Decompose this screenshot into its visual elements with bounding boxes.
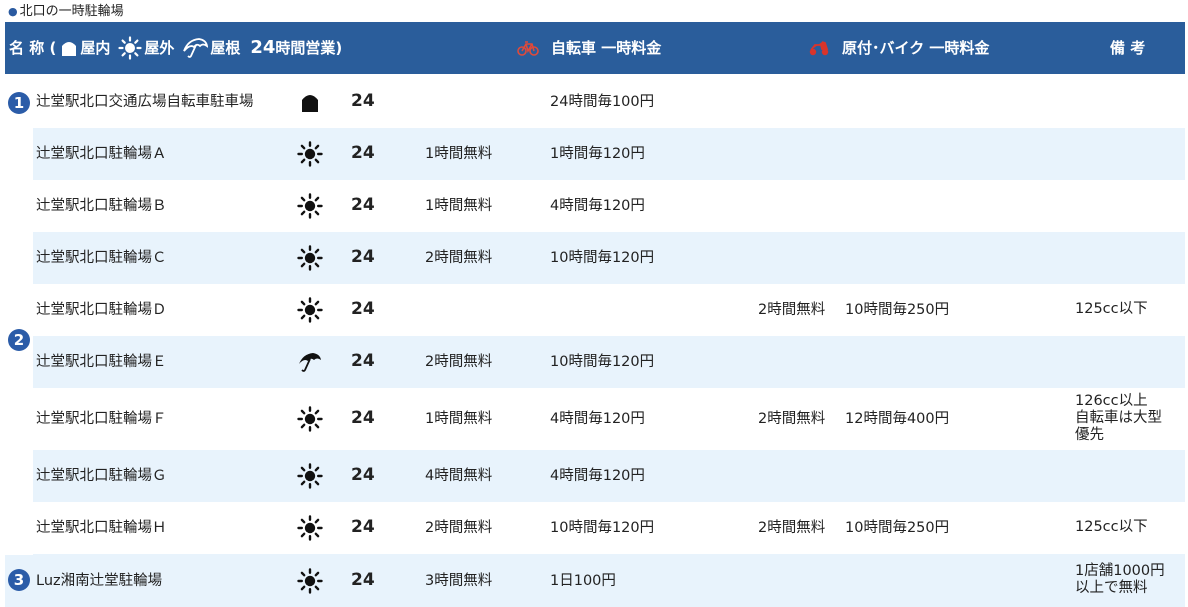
note-text: 125cc以下 — [1075, 518, 1148, 535]
table-row: 辻堂駅北口駐輪場Ｃ 24 2時間無料 10時間毎120円 — [33, 232, 1185, 284]
bicycle-fee: 24時間毎100円 — [550, 94, 655, 110]
bicycle-free-time: 2時間無料 — [425, 354, 493, 370]
bicycle-free-time: 1時間無料 — [425, 146, 493, 162]
hours-badge: 24 — [351, 299, 375, 319]
header-bicycle: 自転車 一時料金 — [517, 22, 661, 74]
sun-icon — [297, 515, 323, 541]
hours-badge: 24 — [351, 351, 375, 371]
facility-name: 辻堂駅北口駐輪場Ｇ — [36, 468, 167, 484]
moto-free-time: 2時間無料 — [758, 302, 826, 318]
bicycle-free-time: 4時間無料 — [425, 468, 493, 484]
bicycle-fee: 10時間毎120円 — [550, 250, 655, 266]
header-note: 備 考 — [1110, 39, 1146, 57]
hours-badge: 24 — [351, 517, 375, 537]
group-badge-3: 3 — [8, 569, 30, 591]
moto-fee: 10時間毎250円 — [845, 302, 950, 318]
legend-indoor: 屋内 — [60, 22, 110, 74]
hours-label: 時間営業) — [275, 39, 343, 57]
facility-name: 辻堂駅北口駐輪場Ｅ — [36, 354, 167, 370]
bicycle-free-time: 1時間無料 — [425, 411, 493, 427]
hours-badge: 24 — [351, 465, 375, 485]
table-row: 辻堂駅北口交通広場自転車駐車場 24 24時間毎100円 — [33, 76, 1185, 128]
table-row: 辻堂駅北口駐輪場Ｅ 24 2時間無料 10時間毎120円 — [33, 336, 1185, 388]
facility-name: 辻堂駅北口交通広場自転車駐車場 — [36, 94, 254, 110]
bicycle-fee: 10時間毎120円 — [550, 520, 655, 536]
bicycle-fee: 4時間毎120円 — [550, 468, 645, 484]
facility-name: 辻堂駅北口駐輪場Ｄ — [36, 302, 167, 318]
bicycle-icon — [517, 41, 539, 56]
table-row: 辻堂駅北口駐輪場Ｆ 24 1時間無料 4時間毎120円 2時間無料 12時間毎400円 12… — [33, 388, 1185, 450]
table-row: 辻堂駅北口駐輪場Ｄ 24 2時間無料 10時間毎250円 125cc以下 — [33, 284, 1185, 336]
group-badge-2: 2 — [8, 329, 30, 351]
sun-icon — [297, 141, 323, 167]
hours-badge: 24 — [351, 195, 375, 215]
table-row: 辻堂駅北口駐輪場Ｂ 24 1時間無料 4時間毎120円 — [33, 180, 1185, 232]
legend-outdoor: 屋外 — [118, 22, 174, 74]
note-text: 126cc以上 自転車は大型 優先 — [1075, 392, 1162, 443]
hours-badge: 24 — [351, 143, 375, 163]
table-header: 名 称 ( 屋内 屋外 屋根 24 時間営業) 自転車 一時料金 原付･バイク … — [5, 22, 1185, 74]
group-badge-1: 1 — [8, 92, 30, 114]
hours-badge: 24 — [351, 569, 375, 590]
facility-name: 辻堂駅北口駐輪場Ｂ — [36, 198, 167, 214]
moto-free-time: 2時間無料 — [758, 520, 826, 536]
sun-icon — [297, 297, 323, 323]
umbrella-icon — [297, 349, 323, 375]
bicycle-free-time: 2時間無料 — [425, 250, 493, 266]
sun-icon — [297, 567, 323, 594]
legend-label: 屋内 — [80, 39, 111, 57]
scooter-icon — [809, 41, 829, 56]
bullet-icon: ● — [8, 5, 18, 18]
sun-icon — [118, 36, 142, 60]
legend-label: 屋根 — [210, 39, 241, 57]
facility-name: Luz湘南辻堂駐輪場 — [36, 572, 163, 589]
umbrella-icon — [183, 38, 209, 58]
facility-name: 辻堂駅北口駐輪場Ｆ — [36, 411, 167, 427]
hours-badge: 24 — [351, 91, 375, 111]
hours-badge: 24 — [351, 408, 375, 428]
header-name-label: 名 称 ( — [9, 39, 57, 57]
note-text: 1店舗1000円 以上で無料 — [1075, 562, 1165, 596]
hours-badge: 24 — [351, 247, 375, 267]
header-legend: 名 称 ( 屋内 屋外 屋根 24 時間営業) — [9, 22, 342, 74]
bicycle-free-time: 2時間無料 — [425, 520, 493, 536]
hours-number: 24 — [250, 37, 276, 58]
indoor-icon — [297, 89, 323, 115]
facility-name: 辻堂駅北口駐輪場Ｃ — [36, 250, 167, 266]
moto-free-time: 2時間無料 — [758, 411, 826, 427]
sun-icon — [297, 463, 323, 489]
bicycle-fee: 1日100円 — [550, 572, 616, 589]
bicycle-free-time: 3時間無料 — [425, 572, 493, 589]
sun-icon — [297, 193, 323, 219]
header-moto: 原付･バイク 一時料金 — [808, 22, 989, 74]
facility-name: 辻堂駅北口駐輪場Ａ — [36, 146, 167, 162]
note-text: 125cc以下 — [1075, 300, 1148, 317]
table-row: 辻堂駅北口駐輪場Ｇ 24 4時間無料 4時間毎120円 — [33, 450, 1185, 502]
table-row: 辻堂駅北口駐輪場Ａ 24 1時間無料 1時間毎120円 — [33, 128, 1185, 180]
header-moto-label: 原付･バイク 一時料金 — [842, 39, 990, 57]
indoor-icon — [62, 42, 77, 56]
sun-icon — [297, 245, 323, 271]
table-row: Luz湘南辻堂駐輪場 24 3時間無料 1日100円 1店舗1000円 以上で無料 — [33, 554, 1185, 607]
bicycle-fee: 4時間毎120円 — [550, 198, 645, 214]
bicycle-fee: 10時間毎120円 — [550, 354, 655, 370]
legend-roof: 屋根 — [182, 22, 240, 74]
sun-icon — [297, 406, 323, 432]
section-caption: ● 北口の一時駐輪場 — [8, 3, 124, 21]
bicycle-free-time: 1時間無料 — [425, 198, 493, 214]
bicycle-fee: 1時間毎120円 — [550, 146, 645, 162]
caption-text: 北口の一時駐輪場 — [19, 4, 124, 19]
moto-fee: 12時間毎400円 — [845, 411, 950, 427]
facility-name: 辻堂駅北口駐輪場Ｈ — [36, 520, 167, 536]
moto-fee: 10時間毎250円 — [845, 520, 950, 536]
header-bicycle-label: 自転車 一時料金 — [551, 39, 662, 57]
legend-label: 屋外 — [144, 39, 175, 57]
bicycle-fee: 4時間毎120円 — [550, 411, 645, 427]
table-row: 辻堂駅北口駐輪場Ｈ 24 2時間無料 10時間毎120円 2時間無料 10時間毎250円 1… — [33, 502, 1185, 554]
